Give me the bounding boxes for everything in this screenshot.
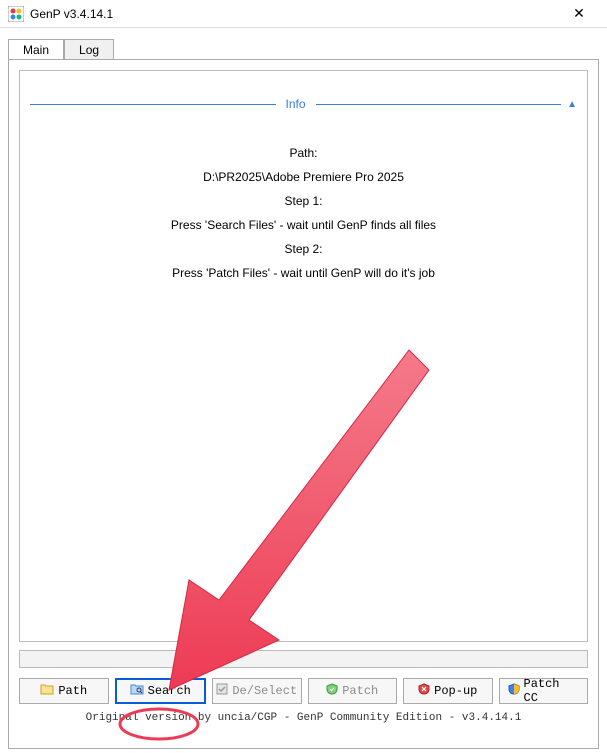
info-label: Info: [276, 97, 316, 111]
tab-main[interactable]: Main: [8, 39, 64, 60]
info-header[interactable]: Info ▲: [30, 97, 577, 111]
button-row: Path Search De/Select Patch: [19, 678, 588, 704]
info-line-step1-label: Step 1:: [30, 189, 577, 213]
app-icon: [8, 6, 24, 22]
patch-button[interactable]: Patch: [308, 678, 398, 704]
footer-text: Original version by uncia/CGP - GenP Com…: [19, 712, 588, 724]
tab-log[interactable]: Log: [64, 39, 114, 60]
info-line-step2-text: Press 'Patch Files' - wait until GenP wi…: [30, 261, 577, 285]
close-button[interactable]: ✕: [559, 5, 599, 22]
info-line-step1-text: Press 'Search Files' - wait until GenP f…: [30, 213, 577, 237]
content-region: Info ▲ Path: D:\PR2025\Adobe Premiere Pr…: [19, 70, 588, 642]
tab-panel-main: Info ▲ Path: D:\PR2025\Adobe Premiere Pr…: [8, 59, 599, 749]
progress-bar: [19, 650, 588, 668]
popup-button[interactable]: Pop-up: [403, 678, 493, 704]
collapse-arrow-icon[interactable]: ▲: [561, 99, 577, 110]
folder-icon: [40, 683, 54, 699]
tabs: Main Log: [8, 38, 599, 59]
shield-cc-icon: [508, 683, 520, 699]
search-button[interactable]: Search: [115, 678, 207, 704]
window-title: GenP v3.4.14.1: [30, 7, 559, 21]
patch-cc-button[interactable]: Patch CC: [499, 678, 589, 704]
info-line-path-value: D:\PR2025\Adobe Premiere Pro 2025: [30, 165, 577, 189]
shield-x-icon: [418, 683, 430, 699]
titlebar: GenP v3.4.14.1 ✕: [0, 0, 607, 28]
checkbox-icon: [216, 683, 228, 699]
divider-right: [316, 104, 562, 105]
search-folder-icon: [130, 683, 144, 699]
path-button[interactable]: Path: [19, 678, 109, 704]
window-body: Main Log Info ▲ Path: D:\PR2025\Adobe Pr…: [0, 28, 607, 753]
divider-left: [30, 104, 276, 105]
deselect-button[interactable]: De/Select: [212, 678, 302, 704]
info-line-step2-label: Step 2:: [30, 237, 577, 261]
info-body: Path: D:\PR2025\Adobe Premiere Pro 2025 …: [30, 141, 577, 285]
shield-check-icon: [326, 683, 338, 699]
info-line-path-label: Path:: [30, 141, 577, 165]
